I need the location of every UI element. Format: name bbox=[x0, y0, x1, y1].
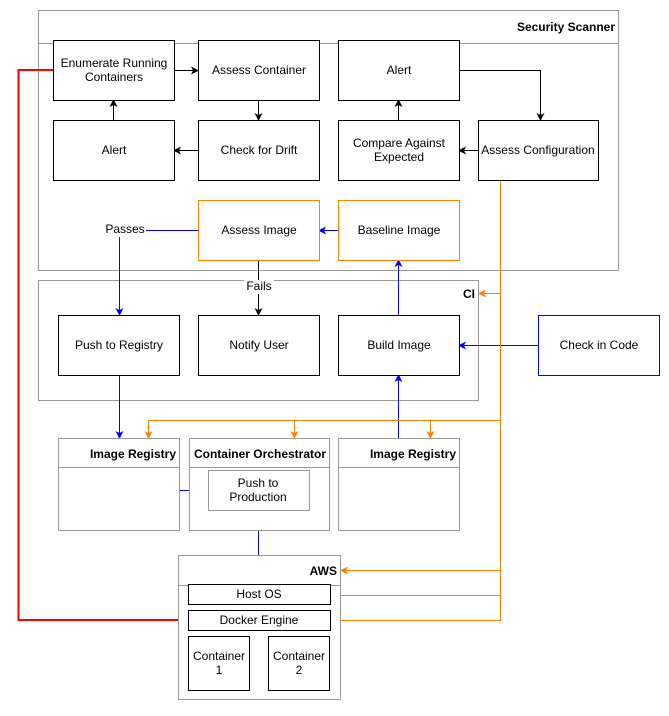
node-label: Baseline Image bbox=[358, 223, 441, 237]
group-title: Container Orchestrator bbox=[194, 447, 326, 461]
node-label: Alert bbox=[387, 63, 412, 77]
node-label: Build Image bbox=[367, 338, 431, 352]
node-label: Notify User bbox=[229, 338, 288, 352]
node-label: 1 bbox=[216, 663, 223, 677]
node-enumerate-running-containers[interactable]: Enumerate Running Containers bbox=[53, 40, 175, 101]
node-label: Containers bbox=[85, 70, 143, 84]
node-label: Push to bbox=[238, 476, 279, 490]
group-title: CI bbox=[463, 287, 475, 301]
node-push-to-registry[interactable]: Push to Registry bbox=[58, 315, 180, 376]
node-assess-image[interactable]: Assess Image bbox=[198, 200, 320, 261]
node-container-1[interactable]: Container 1 bbox=[188, 636, 250, 691]
node-assess-configuration[interactable]: Assess Configuration bbox=[478, 120, 599, 181]
node-label: Assess Image bbox=[221, 223, 297, 237]
group-image-registry-2: Image Registry bbox=[338, 438, 460, 531]
node-alert-top[interactable]: Alert bbox=[338, 40, 460, 101]
node-push-to-production[interactable]: Push to Production bbox=[208, 470, 310, 511]
node-host-os[interactable]: Host OS bbox=[188, 584, 331, 605]
group-title: Image Registry bbox=[90, 447, 176, 461]
node-docker-engine[interactable]: Docker Engine bbox=[188, 610, 331, 631]
node-label: Enumerate Running bbox=[61, 56, 168, 70]
node-label: Check for Drift bbox=[221, 143, 298, 157]
node-baseline-image[interactable]: Baseline Image bbox=[338, 200, 460, 261]
node-label: Production bbox=[229, 490, 286, 504]
group-title: Security Scanner bbox=[517, 20, 615, 34]
node-label: Assess Container bbox=[212, 63, 306, 77]
node-alert-left[interactable]: Alert bbox=[53, 120, 175, 181]
node-check-for-drift[interactable]: Check for Drift bbox=[198, 120, 320, 181]
node-label: 2 bbox=[296, 663, 303, 677]
node-label: Container bbox=[273, 649, 325, 663]
group-image-registry-1: Image Registry bbox=[58, 438, 180, 531]
group-title: Image Registry bbox=[370, 447, 456, 461]
node-label: Compare Against bbox=[353, 136, 446, 150]
node-label: Push to Registry bbox=[75, 338, 163, 352]
group-title: AWS bbox=[310, 564, 337, 578]
node-assess-container[interactable]: Assess Container bbox=[198, 40, 320, 101]
node-label: Expected bbox=[374, 150, 424, 164]
node-notify-user[interactable]: Notify User bbox=[198, 315, 320, 376]
node-label: Alert bbox=[102, 143, 127, 157]
node-build-image[interactable]: Build Image bbox=[338, 315, 460, 376]
node-compare-against-expected[interactable]: Compare Against Expected bbox=[338, 120, 460, 181]
node-check-in-code[interactable]: Check in Code bbox=[538, 315, 660, 376]
node-label: Container bbox=[193, 649, 245, 663]
node-label: Host OS bbox=[236, 587, 281, 601]
edge-label-fails: Fails bbox=[246, 279, 271, 293]
node-label: Assess Configuration bbox=[481, 143, 594, 157]
node-label: Check in Code bbox=[560, 338, 639, 352]
edge-label-passes: Passes bbox=[105, 222, 144, 236]
diagram: Security Scanner CI Enumerate Running Co… bbox=[17, 10, 660, 700]
node-label: Docker Engine bbox=[220, 613, 299, 627]
node-container-2[interactable]: Container 2 bbox=[268, 636, 330, 691]
